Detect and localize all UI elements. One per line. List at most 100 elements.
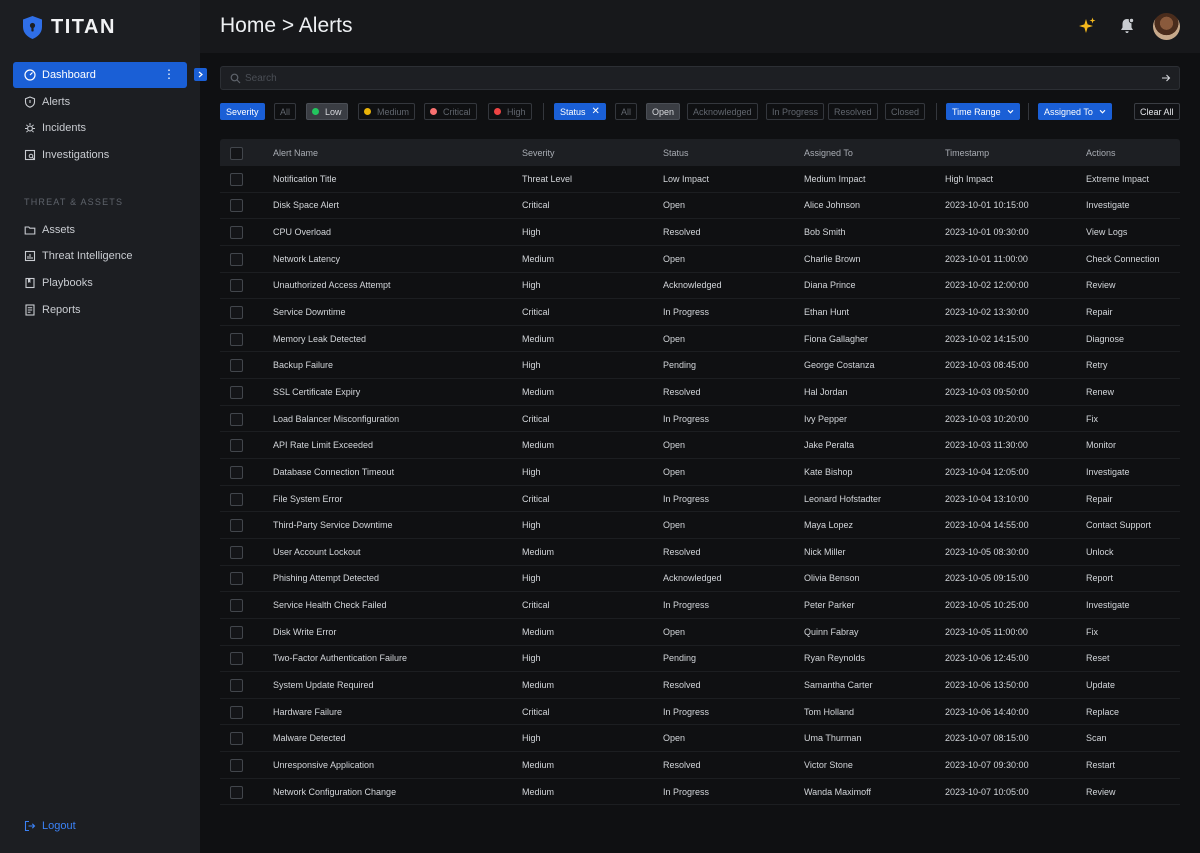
row-checkbox[interactable] xyxy=(230,385,243,399)
action-cell[interactable]: Extreme Impact xyxy=(1086,166,1149,192)
row-checkbox[interactable] xyxy=(230,599,243,613)
severity-chip-low[interactable]: Low xyxy=(306,103,348,120)
row-checkbox[interactable] xyxy=(230,412,243,426)
row-checkbox[interactable] xyxy=(230,306,243,320)
status-chip-in-progress[interactable]: In Progress xyxy=(766,103,825,120)
table-row[interactable]: Unresponsive Application Medium Resolved Vi… xyxy=(220,752,1180,779)
column-header-alert-name[interactable]: Alert Name xyxy=(273,139,318,166)
column-header-severity[interactable]: Severity xyxy=(522,139,555,166)
action-cell[interactable]: Update xyxy=(1086,672,1115,698)
action-cell[interactable]: Diagnose xyxy=(1086,326,1124,352)
action-cell[interactable]: Retry xyxy=(1086,352,1108,378)
app-logo[interactable]: TITAN xyxy=(23,14,116,40)
row-checkbox[interactable] xyxy=(230,172,243,186)
row-checkbox[interactable] xyxy=(230,545,243,559)
action-cell[interactable]: Restart xyxy=(1086,752,1115,778)
status-chip-closed[interactable]: Closed xyxy=(885,103,926,120)
action-cell[interactable]: Investigate xyxy=(1086,592,1130,618)
more-options-icon[interactable]: ⋮ xyxy=(163,68,175,80)
close-icon[interactable]: ✕ xyxy=(592,106,600,117)
table-row[interactable]: Service Downtime Critical In Progress Ethan… xyxy=(220,299,1180,326)
sparkle-icon[interactable] xyxy=(1076,15,1098,37)
sidebar-item-alerts[interactable]: Alerts xyxy=(13,89,187,115)
action-cell[interactable]: Review xyxy=(1086,779,1116,805)
table-row[interactable]: Phishing Attempt Detected High Acknowledge… xyxy=(220,566,1180,593)
action-cell[interactable]: Investigate xyxy=(1086,193,1130,219)
row-checkbox[interactable] xyxy=(230,519,243,533)
select-all-checkbox[interactable] xyxy=(230,146,243,160)
table-row[interactable]: System Update Required Medium Resolved Sama… xyxy=(220,672,1180,699)
table-row[interactable]: Third-Party Service Downtime High Open Maya… xyxy=(220,512,1180,539)
action-cell[interactable]: Fix xyxy=(1086,406,1098,432)
sidebar-item-dashboard[interactable]: Dashboard ⋮ xyxy=(13,62,187,88)
table-row[interactable]: Hardware Failure Critical In Progress Tom H… xyxy=(220,699,1180,726)
severity-chip-critical[interactable]: Critical xyxy=(424,103,477,120)
table-row[interactable]: File System Error Critical In Progress Leon… xyxy=(220,486,1180,513)
table-row[interactable]: Disk Space Alert Critical Open Alice Johnso… xyxy=(220,193,1180,220)
status-chip-acknowledged[interactable]: Acknowledged xyxy=(687,103,758,120)
table-row[interactable]: Database Connection Timeout High Open Kate … xyxy=(220,459,1180,486)
severity-chip-high[interactable]: High xyxy=(488,103,532,120)
table-row[interactable]: Malware Detected High Open Uma Thurman 2023-… xyxy=(220,725,1180,753)
row-checkbox[interactable] xyxy=(230,758,243,772)
notification-bell-icon[interactable] xyxy=(1116,15,1138,37)
row-checkbox[interactable] xyxy=(230,785,243,799)
sidebar-item-threat-intelligence[interactable]: Threat Intelligence xyxy=(13,243,187,269)
table-row[interactable]: Backup Failure High Pending George Costanza… xyxy=(220,352,1180,380)
clear-all-button[interactable]: Clear All xyxy=(1134,103,1180,120)
row-checkbox[interactable] xyxy=(230,359,243,373)
table-row[interactable]: Two-Factor Authentication Failure High Pen… xyxy=(220,646,1180,673)
column-header-status[interactable]: Status xyxy=(663,139,689,166)
action-cell[interactable]: Fix xyxy=(1086,619,1098,645)
table-row[interactable]: Notification Title Threat Level Low Impact… xyxy=(220,166,1180,193)
row-checkbox[interactable] xyxy=(230,332,243,346)
row-checkbox[interactable] xyxy=(230,252,243,266)
sidebar-item-incidents[interactable]: Incidents xyxy=(13,115,187,141)
table-row[interactable]: Network Latency Medium Open Charlie Brown 20… xyxy=(220,246,1180,273)
table-row[interactable]: SSL Certificate Expiry Medium Resolved Hal … xyxy=(220,379,1180,406)
time-range-dropdown[interactable]: Time Range xyxy=(946,103,1020,120)
search-input[interactable] xyxy=(245,70,1145,86)
row-checkbox[interactable] xyxy=(230,572,243,586)
row-checkbox[interactable] xyxy=(230,439,243,453)
table-row[interactable]: API Rate Limit Exceeded Medium Open Jake Pe… xyxy=(220,432,1180,460)
table-row[interactable]: User Account Lockout Medium Resolved Nick M… xyxy=(220,539,1180,566)
table-row[interactable]: Unauthorized Access Attempt High Acknowled… xyxy=(220,273,1180,300)
row-checkbox[interactable] xyxy=(230,678,243,692)
sidebar-item-assets[interactable]: Assets xyxy=(13,217,187,243)
action-cell[interactable]: Replace xyxy=(1086,699,1119,725)
table-row[interactable]: CPU Overload High Resolved Bob Smith 2023-10… xyxy=(220,219,1180,246)
row-checkbox[interactable] xyxy=(230,465,243,479)
action-cell[interactable]: Monitor xyxy=(1086,432,1116,458)
logout-link[interactable]: Logout xyxy=(24,820,76,832)
action-cell[interactable]: Renew xyxy=(1086,379,1114,405)
column-header-assigned-to[interactable]: Assigned To xyxy=(804,139,853,166)
table-row[interactable]: Network Configuration Change Medium In Pro… xyxy=(220,779,1180,806)
status-chip-resolved[interactable]: Resolved xyxy=(828,103,878,120)
severity-filter-button[interactable]: Severity xyxy=(220,103,265,120)
row-checkbox[interactable] xyxy=(230,199,243,213)
row-checkbox[interactable] xyxy=(230,279,243,293)
action-cell[interactable]: Check Connection xyxy=(1086,246,1160,272)
severity-chip-all[interactable]: All xyxy=(274,103,297,120)
action-cell[interactable]: Repair xyxy=(1086,299,1113,325)
action-cell[interactable]: View Logs xyxy=(1086,219,1127,245)
sidebar-item-investigations[interactable]: Investigations xyxy=(13,142,187,168)
assigned-to-dropdown[interactable]: Assigned To xyxy=(1038,103,1112,120)
action-cell[interactable]: Contact Support xyxy=(1086,512,1151,538)
row-checkbox[interactable] xyxy=(230,652,243,666)
row-checkbox[interactable] xyxy=(230,226,243,240)
column-header-actions[interactable]: Actions xyxy=(1086,139,1116,166)
column-header-timestamp[interactable]: Timestamp xyxy=(945,139,989,166)
action-cell[interactable]: Scan xyxy=(1086,725,1107,751)
table-row[interactable]: Memory Leak Detected Medium Open Fiona Gall… xyxy=(220,326,1180,353)
row-checkbox[interactable] xyxy=(230,732,243,746)
status-chip-open[interactable]: Open xyxy=(646,103,681,120)
sidebar-item-reports[interactable]: Reports xyxy=(13,297,187,323)
avatar[interactable] xyxy=(1153,13,1180,40)
status-chip-all[interactable]: All xyxy=(615,103,638,120)
action-cell[interactable]: Repair xyxy=(1086,486,1113,512)
status-filter-button[interactable]: Status ✕ xyxy=(554,103,606,120)
action-cell[interactable]: Reset xyxy=(1086,646,1110,672)
table-row[interactable]: Service Health Check Failed Critical In Pr… xyxy=(220,592,1180,619)
